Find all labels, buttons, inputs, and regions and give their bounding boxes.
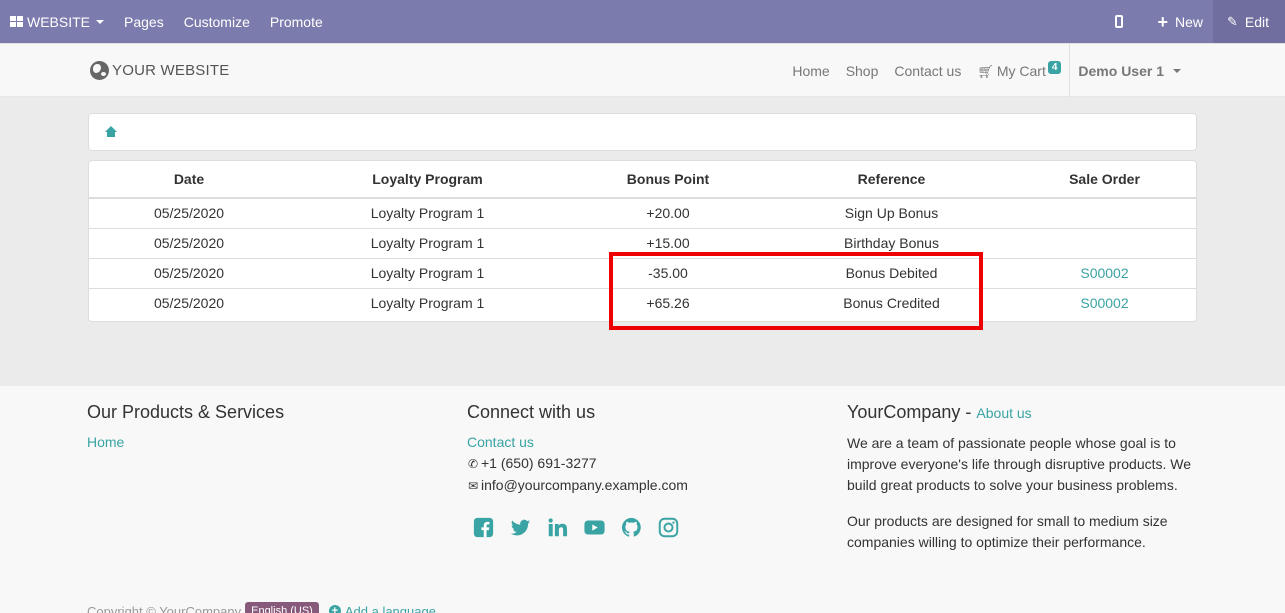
cell-date: 05/25/2020 [89, 257, 289, 288]
cell-bonus-point: +20.00 [646, 205, 690, 222]
site-logo[interactable]: YOUR WEBSITE [90, 61, 229, 80]
phone-icon: ✆ [467, 457, 479, 471]
website-label: WEBSITE [27, 13, 91, 30]
col-header-reference: Reference [770, 161, 1013, 199]
col-header-sale-order: Sale Order [1013, 161, 1196, 199]
footer-home-link[interactable]: Home [87, 434, 124, 450]
edit-label: Edit [1244, 13, 1269, 30]
site-nav: Home Shop Contact us 🛒︎ My Cart 4 Demo Use… [784, 44, 1189, 98]
cart-icon: 🛒︎ [977, 63, 994, 79]
col-header-bonus-point: Bonus Point [566, 161, 770, 199]
twitter-icon[interactable] [510, 517, 531, 538]
cell-date: 05/25/2020 [89, 287, 289, 318]
nav-my-cart[interactable]: 🛒︎ My Cart 4 [969, 60, 1069, 80]
website-menu-button[interactable]: WEBSITE [0, 0, 114, 43]
cart-label: My Cart [996, 62, 1046, 79]
company-description-2: Our products are designed for small to m… [847, 513, 1168, 550]
cell-reference: Sign Up Bonus [844, 205, 939, 222]
facebook-icon[interactable] [473, 517, 494, 538]
add-language-label: Add a language [344, 603, 436, 613]
customize-menu[interactable]: Customize [174, 0, 260, 43]
sale-order-link[interactable]: S00002 [1013, 287, 1196, 318]
sale-order-link[interactable]: S00002 [1013, 257, 1196, 288]
mobile-preview-button[interactable] [1105, 0, 1147, 43]
cell-sale-order [1013, 227, 1196, 258]
col-header-date: Date [89, 161, 289, 199]
footer-contact-link[interactable]: Contact us [467, 434, 534, 450]
github-icon[interactable] [621, 517, 642, 538]
cart-count-badge: 4 [1047, 60, 1062, 74]
envelope-icon: ✉ [467, 479, 479, 493]
footer-connect-column: Connect with us Contact us ✆ +1 (650) 691… [467, 402, 695, 538]
edit-button[interactable]: ✎ Edit [1212, 0, 1285, 43]
user-name: Demo User 1 [1078, 63, 1164, 79]
add-language-link[interactable]: + Add a language [328, 603, 436, 613]
title-separator: - [960, 402, 977, 422]
site-footer: Our Products & Services Home Connect wit… [0, 386, 1285, 613]
cell-loyalty-program: Loyalty Program 1 [289, 287, 566, 318]
plus-circle-icon: + [328, 605, 341, 613]
col-header-loyalty-program: Loyalty Program [289, 161, 566, 199]
footer-email: info@yourcompany.example.com [481, 477, 688, 493]
copyright-bar: Copyright © YourCompany English (US) + Ad… [87, 602, 436, 613]
language-selector[interactable]: English (US) [245, 602, 319, 613]
caret-down-icon [1173, 69, 1181, 73]
cell-sale-order [1013, 198, 1196, 228]
cell-date: 05/25/2020 [153, 205, 225, 222]
instagram-icon[interactable] [658, 517, 679, 538]
mobile-icon [1115, 15, 1124, 28]
highlight-box [609, 252, 983, 330]
about-us-link[interactable]: About us [976, 405, 1031, 421]
cell-loyalty-program: Loyalty Program 1 [289, 227, 566, 258]
cell-loyalty-program: Loyalty Program 1 [289, 257, 566, 288]
admin-topbar: WEBSITE Pages Customize Promote + New ✎ … [0, 0, 1285, 43]
pages-menu[interactable]: Pages [114, 0, 174, 43]
breadcrumb [88, 113, 1197, 151]
nav-home[interactable]: Home [784, 63, 837, 79]
globe-icon [90, 61, 109, 80]
footer-company-column: YourCompany - About us We are a team of … [847, 402, 1197, 553]
nav-contact-us[interactable]: Contact us [886, 63, 969, 79]
user-menu[interactable]: Demo User 1 [1069, 44, 1189, 98]
plus-icon: + [1157, 11, 1168, 32]
copyright-text: Copyright © YourCompany [87, 603, 242, 613]
company-description-1: We are a team of passionate people whose… [847, 435, 1192, 493]
company-name: YourCompany [847, 402, 961, 422]
pencil-icon: ✎ [1226, 13, 1238, 29]
youtube-icon[interactable] [584, 517, 605, 538]
footer-connect-title: Connect with us [467, 402, 596, 422]
main-content: Date Loyalty Program Bonus Point Referen… [0, 97, 1285, 386]
footer-products-title: Our Products & Services [87, 402, 285, 422]
site-header: YOUR WEBSITE Home Shop Contact us 🛒︎ My C… [0, 43, 1285, 98]
nav-shop[interactable]: Shop [838, 63, 887, 79]
table-header-row: Date Loyalty Program Bonus Point Referen… [89, 161, 1196, 199]
promote-menu[interactable]: Promote [260, 0, 333, 43]
home-icon[interactable] [105, 126, 118, 138]
new-button[interactable]: + New [1147, 0, 1213, 43]
social-links [473, 517, 695, 538]
footer-phone: +1 (650) 691-3277 [481, 455, 597, 471]
footer-products-column: Our Products & Services Home [87, 402, 284, 453]
caret-down-icon [96, 19, 105, 24]
cell-date: 05/25/2020 [89, 227, 289, 258]
linkedin-icon[interactable] [547, 517, 568, 538]
logo-text: YOUR WEBSITE [112, 62, 230, 79]
apps-grid-icon [10, 16, 23, 27]
new-label: New [1174, 13, 1203, 30]
footer-company-title: YourCompany - About us [847, 402, 1197, 424]
cell-loyalty-program: Loyalty Program 1 [370, 205, 485, 222]
table-row: 05/25/2020 Loyalty Program 1 +20.00 Sign… [89, 198, 1196, 228]
